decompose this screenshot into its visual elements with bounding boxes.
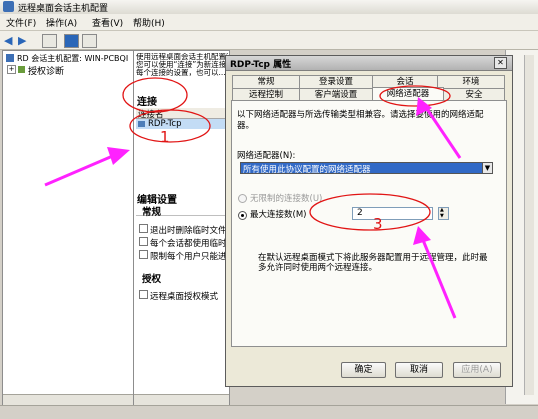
highlight-rdp-circle (129, 109, 211, 143)
arrow-1-head (107, 147, 130, 165)
arrow-1-shaft (44, 153, 116, 187)
highlight-max-circle (309, 193, 431, 231)
annotation-number-1: 1 (160, 128, 170, 146)
arrow-3-head (413, 226, 431, 245)
annotation-overlay (44, 77, 462, 319)
arrow-2-shaft (423, 105, 462, 159)
highlight-connections-circle (122, 77, 188, 113)
annotation-number-3: 3 (373, 215, 383, 233)
arrow-3-shaft (421, 239, 457, 319)
highlight-tab-circle (379, 85, 451, 107)
